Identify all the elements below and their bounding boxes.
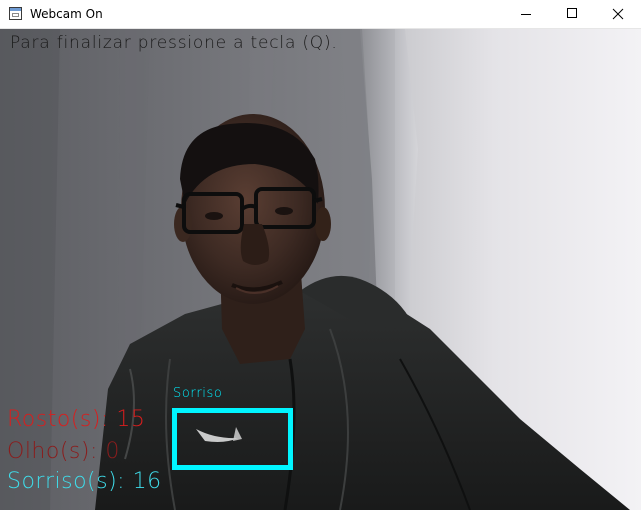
eyes-count-text: Olho(s): 0 — [7, 439, 120, 464]
quit-instruction-text: Para finalizar pressione a tecla (Q). — [10, 33, 338, 53]
webcam-frame: Para finalizar pressione a tecla (Q). So… — [0, 29, 641, 510]
webcam-window: Webcam On Para finalizar pressione a tec… — [0, 0, 641, 510]
close-icon — [612, 8, 624, 20]
maximize-button[interactable] — [549, 0, 595, 29]
webcam-image — [0, 29, 641, 510]
title-bar[interactable]: Webcam On — [0, 0, 641, 29]
window-title: Webcam On — [30, 7, 103, 21]
smile-detection-label: Sorriso — [173, 386, 223, 401]
faces-count-text: Rosto(s): 15 — [7, 407, 146, 432]
smile-detection-box — [172, 408, 293, 470]
smiles-count-text: Sorriso(s): 16 — [7, 469, 162, 494]
minimize-button[interactable] — [503, 0, 549, 29]
app-window-icon — [9, 7, 22, 20]
close-button[interactable] — [595, 0, 641, 29]
